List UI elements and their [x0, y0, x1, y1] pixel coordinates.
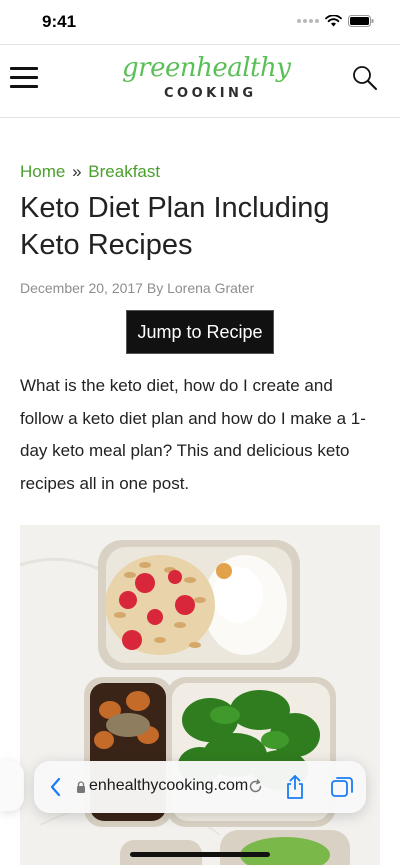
wifi-icon	[325, 15, 342, 27]
share-icon[interactable]	[284, 774, 306, 800]
url-field[interactable]: enhealthycooking.com	[89, 777, 248, 795]
home-indicator	[130, 852, 270, 857]
back-chevron-icon[interactable]	[44, 774, 68, 800]
post-meta: December 20, 2017 By Lorena Grater	[20, 280, 255, 296]
cellular-signal-icon	[297, 19, 319, 23]
status-bar: 9:41	[0, 0, 400, 44]
breadcrumb: Home » Breakfast	[20, 160, 380, 184]
lock-icon	[77, 781, 85, 793]
battery-icon	[348, 15, 374, 27]
status-time: 9:41	[42, 12, 77, 31]
logo-script-text: greenhealthy	[122, 53, 291, 83]
site-logo[interactable]: greenhealthy COOKING	[118, 53, 291, 111]
logo-caps-text: COOKING	[164, 86, 257, 101]
status-icons	[297, 15, 374, 27]
previous-tab-peek[interactable]	[0, 761, 24, 811]
search-icon[interactable]	[352, 65, 378, 91]
site-header: greenhealthy COOKING	[0, 44, 400, 118]
breadcrumb-category-link[interactable]: Breakfast	[88, 162, 160, 181]
meal-prep-photo	[20, 525, 380, 865]
hero-food-image	[20, 525, 380, 865]
hamburger-menu-icon[interactable]	[10, 67, 38, 89]
page-title: Keto Diet Plan Including Keto Recipes	[20, 192, 330, 261]
jump-to-recipe-button[interactable]: Jump to Recipe	[126, 310, 274, 354]
intro-paragraph: What is the keto diet, how do I create a…	[20, 376, 366, 493]
breadcrumb-home-link[interactable]: Home	[20, 162, 65, 181]
tabs-icon[interactable]	[330, 775, 354, 799]
reload-icon[interactable]	[248, 779, 263, 794]
browser-address-bar: enhealthycooking.com	[34, 761, 366, 813]
breadcrumb-separator: »	[72, 162, 82, 181]
article-content: Home » Breakfast Keto Diet Plan Includin…	[20, 160, 380, 500]
